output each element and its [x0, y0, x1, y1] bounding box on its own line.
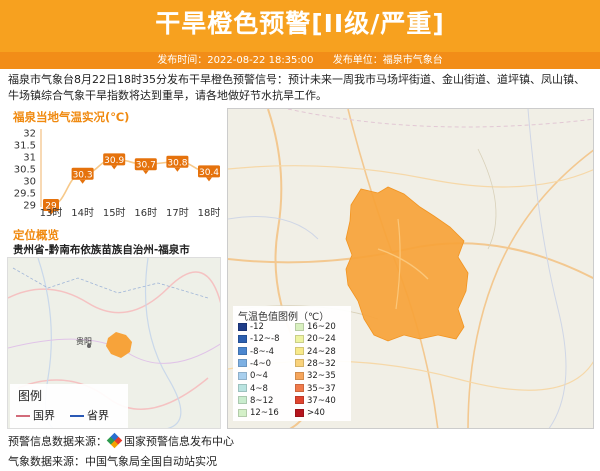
- temperature-label-pointer: [142, 170, 149, 175]
- temp-legend-label: -8~-4: [250, 346, 275, 357]
- temperature-data-label: 30.3: [73, 170, 93, 180]
- temp-legend-item: 37~40: [295, 396, 336, 406]
- temp-legend-swatch: [295, 384, 304, 392]
- warning-source-name[interactable]: 国家预警信息发布中心: [124, 435, 234, 448]
- temp-legend-item: 35~37: [295, 384, 336, 394]
- temp-legend-label: -12~-8: [250, 334, 280, 345]
- publish-time: 发布时间：2022-08-22 18:35:00: [157, 55, 314, 66]
- temp-legend-item: 32~35: [295, 371, 336, 381]
- location-name: 贵州省-黔南布依族苗族自治州-福泉市: [13, 244, 190, 256]
- temperature-chart: 32 31.5 31 30.5 30 29.5 29 29 13时 30.3 14时 30.9 15时 3…: [7, 108, 222, 226]
- overview-legend: 图例 国界 省界: [10, 384, 128, 428]
- y-tick-label: 30.5: [14, 165, 36, 176]
- temperature-color-legend: 气温色值图例（℃） -12 16~20 -12~-8 20~24 -8~-4 24~28 -…: [233, 306, 351, 421]
- warning-center-logo-icon: [106, 432, 123, 449]
- temp-legend-label: 37~40: [307, 395, 336, 406]
- temp-legend-swatch: [238, 396, 247, 405]
- temp-legend-item: 20~24: [295, 334, 336, 344]
- temperature-data-label: 30.9: [104, 156, 124, 166]
- temp-legend-item: -12~-8: [238, 334, 279, 344]
- temp-legend-label: -12: [250, 322, 264, 332]
- weather-source-line: 气象数据来源：中国气象局全国自动站实况: [8, 455, 217, 468]
- y-tick-label: 29.5: [14, 189, 36, 200]
- temp-legend-swatch: [238, 322, 247, 331]
- warning-source-label: 预警信息数据来源：: [8, 435, 107, 448]
- y-tick-label: 29: [23, 201, 36, 212]
- temp-legend-swatch: [238, 371, 247, 380]
- temperature-data-label: 30.8: [167, 158, 187, 168]
- temp-legend-item: -12: [238, 322, 264, 332]
- temp-legend-item: >40: [295, 408, 325, 418]
- temp-legend-item: 24~28: [295, 347, 336, 357]
- temp-legend-label: 28~32: [307, 358, 336, 369]
- temp-legend-item: 28~32: [295, 359, 336, 369]
- legend-national-border: 国界: [16, 407, 55, 423]
- temp-legend-label: 24~28: [307, 346, 336, 357]
- national-border-line-icon: [16, 415, 30, 417]
- temp-legend-swatch: [295, 408, 304, 417]
- temp-legend-item: -8~-4: [238, 347, 274, 357]
- x-tick-label: 17时: [166, 207, 189, 219]
- temp-legend-title: 气温色值图例（℃）: [238, 312, 330, 323]
- legend-provincial-border: 省界: [70, 407, 109, 423]
- temperature-label-pointer: [79, 179, 86, 184]
- x-tick-label: 14时: [71, 207, 94, 219]
- temp-legend-item: 16~20: [295, 322, 336, 332]
- temp-legend-label: 8~12: [250, 395, 274, 406]
- publish-info-bar: 发布时间：2022-08-22 18:35:00 发布单位：福泉市气象台: [0, 52, 600, 69]
- temp-legend-item: 4~8: [238, 384, 268, 394]
- temp-legend-label: 16~20: [307, 322, 336, 332]
- temp-legend-label: -4~0: [250, 358, 272, 369]
- temp-legend-label: 32~35: [307, 371, 336, 382]
- header-banner: 干旱橙色预警[II级/严重]: [0, 0, 600, 52]
- page-title: 干旱橙色预警[II级/严重]: [155, 9, 445, 38]
- temp-legend-swatch: [238, 408, 247, 417]
- temp-legend-swatch: [238, 334, 247, 343]
- warning-description: 福泉市气象台8月22日18时35分发布干旱橙色预警信号：预计未来一周我市马场坪街…: [8, 73, 585, 102]
- temperature-label-pointer: [111, 165, 118, 170]
- x-tick-label: 13时: [40, 207, 63, 219]
- temperature-label-pointer: [174, 167, 181, 172]
- temp-legend-item: -4~0: [238, 359, 271, 369]
- publish-unit: 发布单位：福泉市气象台: [332, 55, 443, 66]
- location-title: 定位概览: [13, 228, 59, 242]
- temp-legend-swatch: [295, 396, 304, 405]
- temp-legend-label: 35~37: [307, 383, 336, 394]
- temp-legend-label: >40: [307, 408, 325, 419]
- y-tick-label: 30: [23, 177, 36, 188]
- temperature-data-label: 30.7: [136, 161, 156, 171]
- temp-legend-swatch: [238, 359, 247, 368]
- temp-legend-swatch: [295, 334, 304, 343]
- temp-legend-swatch: [295, 371, 304, 380]
- x-tick-label: 15时: [103, 207, 126, 219]
- temp-legend-item: 8~12: [238, 396, 273, 406]
- city-label-guiyang: 贵阳: [76, 336, 92, 346]
- x-tick-label: 16时: [134, 207, 157, 219]
- temp-legend-label: 4~8: [250, 383, 268, 394]
- temp-legend-item: 0~4: [238, 371, 268, 381]
- warning-source-line: 预警信息数据来源： 国家预警信息发布中心: [8, 432, 234, 449]
- legend-title: 图例: [18, 389, 43, 403]
- temperature-data-label: 30.4: [199, 168, 219, 178]
- y-tick-label: 31.5: [14, 141, 36, 152]
- temp-legend-swatch: [238, 347, 247, 356]
- y-tick-label: 31: [23, 153, 36, 164]
- temp-legend-label: 20~24: [307, 334, 336, 345]
- temp-legend-swatch: [295, 359, 304, 368]
- temperature-label-pointer: [206, 177, 212, 182]
- temp-legend-swatch: [295, 347, 304, 356]
- temp-legend-swatch: [295, 322, 304, 331]
- y-tick-label: 32: [23, 129, 36, 140]
- temperature-chart-svg: 3231.53130.53029.529 2913时30.314时30.915时3…: [14, 129, 221, 220]
- provincial-border-line-icon: [70, 415, 84, 417]
- temp-legend-label: 12~16: [250, 408, 279, 419]
- temp-legend-label: 0~4: [250, 371, 268, 382]
- x-tick-label: 18时: [198, 207, 221, 219]
- temp-legend-swatch: [238, 384, 247, 392]
- temp-legend-item: 12~16: [238, 408, 279, 418]
